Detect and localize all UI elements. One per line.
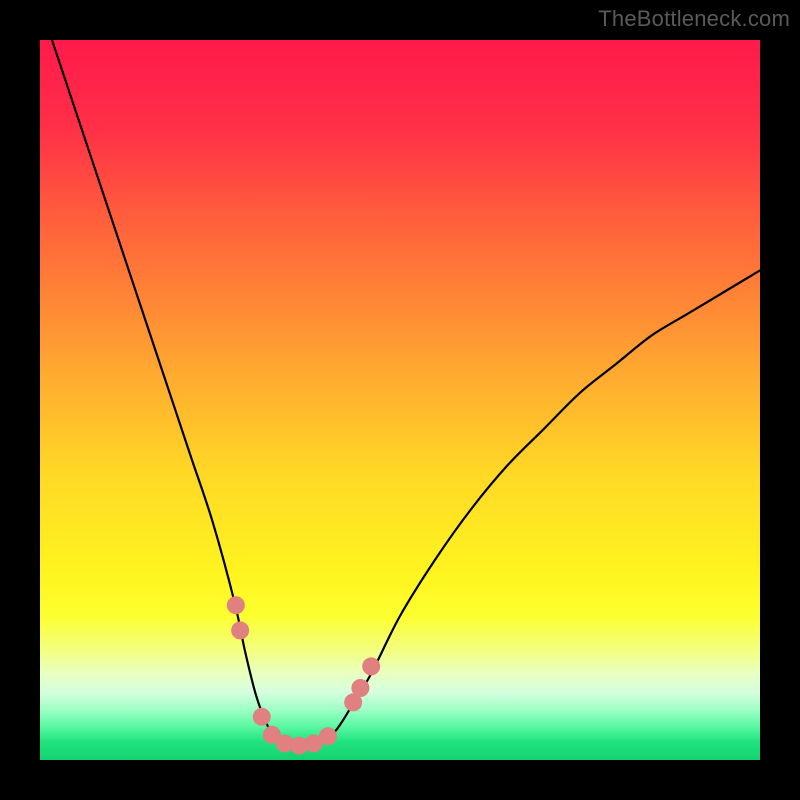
watermark-text: TheBottleneck.com bbox=[598, 6, 790, 32]
chart-frame: TheBottleneck.com bbox=[0, 0, 800, 800]
bottleneck-curve bbox=[40, 40, 760, 746]
marker-dot bbox=[351, 679, 369, 697]
marker-dot bbox=[319, 727, 337, 745]
marker-dot bbox=[253, 708, 271, 726]
marker-dot bbox=[231, 621, 249, 639]
plot-area bbox=[40, 40, 760, 760]
chart-svg bbox=[40, 40, 760, 760]
marker-dot bbox=[362, 657, 380, 675]
marker-dot bbox=[227, 596, 245, 614]
